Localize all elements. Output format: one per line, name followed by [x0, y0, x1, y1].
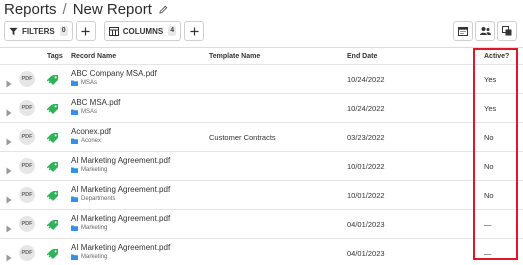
copy-button[interactable] [497, 21, 517, 41]
table-row[interactable]: PDF ABC Company MSA.pdf MSAs 10/24/2022 … [0, 64, 523, 93]
header-divider [0, 47, 523, 48]
folder-name: MSAs [81, 80, 98, 86]
folder-icon [71, 167, 78, 173]
folder-icon [71, 196, 78, 202]
template-name: Customer Contracts [209, 133, 276, 142]
record-folder[interactable]: Departments [71, 196, 115, 202]
expand-chevron-icon[interactable] [6, 220, 12, 238]
folder-icon [71, 138, 78, 144]
folder-icon [71, 109, 78, 115]
record-name-link[interactable]: ABC Company MSA.pdf [71, 69, 157, 78]
columns-button[interactable]: COLUMNS 4 [103, 21, 182, 41]
table-row[interactable]: PDF AI Marketing Agreement.pdf Marketing… [0, 209, 523, 238]
record-folder[interactable]: Marketing [71, 254, 107, 260]
expand-chevron-icon[interactable] [6, 104, 12, 122]
share-users-button[interactable] [475, 21, 495, 41]
folder-name: Marketing [81, 225, 108, 231]
toolbar: FILTERS 0 COLUMNS 4 [4, 21, 205, 41]
users-icon [479, 27, 491, 35]
tag-icon[interactable] [46, 218, 59, 236]
pdf-file-icon: PDF [19, 187, 35, 203]
column-header-tags[interactable]: Tags [47, 53, 63, 60]
view-tools [451, 21, 517, 41]
table-row[interactable]: PDF AI Marketing Agreement.pdf Marketing… [0, 151, 523, 180]
folder-name: Marketing [81, 254, 108, 260]
columns-label: COLUMNS [122, 26, 164, 36]
end-date: 03/23/2022 [347, 133, 385, 142]
filter-icon [9, 27, 18, 35]
add-filter-button[interactable] [75, 21, 96, 41]
expand-chevron-icon[interactable] [6, 249, 12, 265]
column-header-record-name[interactable]: Record Name [71, 53, 116, 60]
record-folder[interactable]: Aconex [71, 138, 101, 144]
folder-icon [71, 225, 78, 231]
columns-icon [108, 26, 119, 36]
folder-icon [71, 254, 78, 260]
pencil-icon[interactable] [159, 5, 168, 14]
end-date: 10/24/2022 [347, 104, 385, 113]
record-name-link[interactable]: Aconex.pdf [71, 127, 111, 136]
tag-icon[interactable] [46, 73, 59, 91]
folder-name: Aconex [81, 138, 102, 144]
record-folder[interactable]: Marketing [71, 225, 107, 231]
end-date: 04/01/2023 [347, 220, 385, 229]
tag-icon[interactable] [46, 102, 59, 120]
columns-count-badge: 4 [168, 26, 177, 36]
table-row[interactable]: PDF AI Marketing Agreement.pdf Marketing… [0, 238, 523, 265]
breadcrumb-parent[interactable]: Reports [4, 1, 57, 18]
filters-count-badge: 0 [59, 26, 68, 36]
plus-icon [190, 26, 199, 36]
end-date: 04/01/2023 [347, 249, 385, 258]
tag-icon[interactable] [46, 247, 59, 265]
breadcrumb: Reports / New Report [4, 0, 168, 18]
pdf-file-icon: PDF [19, 129, 35, 145]
end-date: 10/01/2022 [347, 162, 385, 171]
copy-icon [502, 26, 512, 36]
record-folder[interactable]: MSAs [71, 80, 97, 86]
pdf-file-icon: PDF [19, 71, 35, 87]
end-date: 10/01/2022 [347, 191, 385, 200]
expand-chevron-icon[interactable] [6, 191, 12, 209]
tag-icon[interactable] [46, 189, 59, 207]
record-name-link[interactable]: AI Marketing Agreement.pdf [71, 214, 170, 223]
expand-chevron-icon[interactable] [6, 162, 12, 180]
folder-icon [71, 80, 78, 86]
record-name-link[interactable]: AI Marketing Agreement.pdf [71, 156, 170, 165]
plus-icon [81, 26, 90, 36]
page-title: New Report [72, 0, 152, 18]
column-header-template-name[interactable]: Template Name [209, 53, 260, 60]
table-row[interactable]: PDF ABC MSA.pdf MSAs 10/24/2022 Yes [0, 93, 523, 122]
record-name-link[interactable]: ABC MSA.pdf [71, 98, 120, 107]
record-name-link[interactable]: AI Marketing Agreement.pdf [71, 243, 170, 252]
end-date: 10/24/2022 [347, 75, 385, 84]
table-row[interactable]: PDF AI Marketing Agreement.pdf Departmen… [0, 180, 523, 209]
pdf-file-icon: PDF [19, 100, 35, 116]
breadcrumb-separator: / [62, 0, 67, 18]
record-name-link[interactable]: AI Marketing Agreement.pdf [71, 185, 170, 194]
folder-name: Departments [81, 196, 116, 202]
calendar-button[interactable] [453, 21, 473, 41]
tag-icon[interactable] [46, 160, 59, 178]
pdf-file-icon: PDF [19, 216, 35, 232]
add-column-button[interactable] [184, 21, 205, 41]
tag-icon[interactable] [46, 131, 59, 149]
pdf-file-icon: PDF [19, 245, 35, 261]
column-header-end-date[interactable]: End Date [347, 53, 377, 60]
expand-chevron-icon[interactable] [6, 75, 12, 93]
expand-chevron-icon[interactable] [6, 133, 12, 151]
active-column-highlight [473, 48, 518, 260]
record-folder[interactable]: Marketing [71, 167, 107, 173]
filters-label: FILTERS [22, 26, 55, 36]
folder-name: MSAs [81, 109, 98, 115]
pdf-file-icon: PDF [19, 158, 35, 174]
table-row[interactable]: PDF Aconex.pdf Aconex Customer Contracts… [0, 122, 523, 151]
calendar-icon [458, 27, 468, 36]
filters-button[interactable]: FILTERS 0 [4, 21, 73, 41]
folder-name: Marketing [81, 167, 108, 173]
record-folder[interactable]: MSAs [71, 109, 97, 115]
